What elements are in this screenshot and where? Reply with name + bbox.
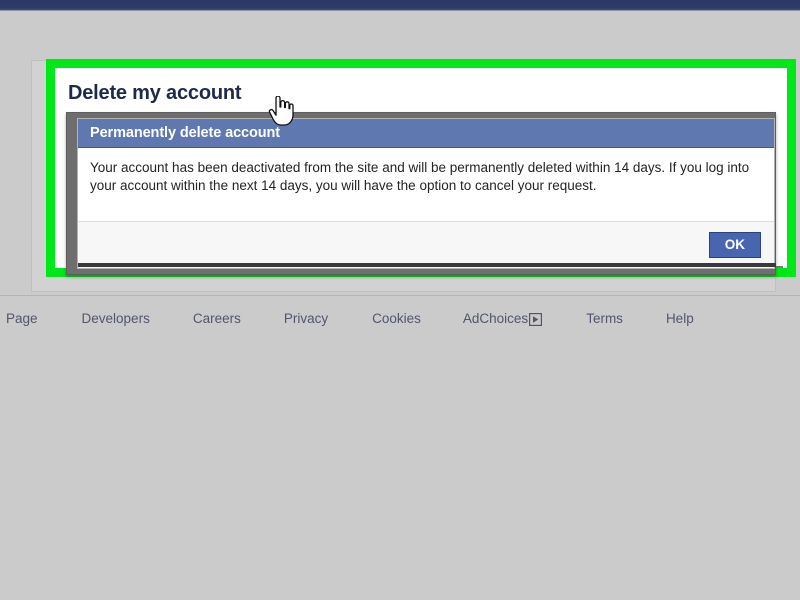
site-navigation-bar (0, 0, 800, 11)
adchoices-triangle-icon (529, 312, 543, 326)
footer-link-terms[interactable]: Terms (586, 311, 623, 326)
footer-link-developers[interactable]: Developers (82, 311, 150, 326)
footer-link-careers[interactable]: Careers (193, 311, 241, 326)
dialog-titlebar: Permanently delete account (78, 119, 774, 148)
permanently-delete-account-dialog: Permanently delete account Your account … (77, 118, 775, 269)
site-footer: Page Developers Careers Privacy Cookies … (0, 305, 800, 331)
footer-divider (0, 295, 800, 296)
dialog-footer: OK (78, 221, 774, 268)
footer-link-label: Cookies (372, 310, 421, 326)
footer-link-page[interactable]: Page (6, 311, 38, 326)
footer-link-privacy[interactable]: Privacy (284, 311, 328, 326)
dialog-body: Your account has been deactivated from t… (78, 148, 774, 221)
footer-link-help[interactable]: Help (666, 311, 694, 326)
page-title: Delete my account (68, 82, 242, 104)
footer-link-adchoices[interactable]: AdChoices (462, 310, 543, 326)
footer-link-label: Careers (192, 310, 241, 326)
footer-link-label: Terms (586, 310, 623, 326)
footer-link-label: Privacy (283, 310, 329, 326)
footer-link-label: Developers (81, 310, 150, 326)
footer-link-label: Page (6, 310, 38, 326)
page-body: Delete my account If to re t e Permanent… (0, 12, 800, 295)
dialog-bottom-shadow (78, 263, 776, 267)
footer-link-cookies[interactable]: Cookies (372, 311, 421, 326)
ok-button[interactable]: OK (708, 232, 761, 258)
dialog-message: Your account has been deactivated from t… (90, 160, 750, 193)
dialog-title: Permanently delete account (90, 125, 280, 141)
footer-link-label: AdChoices (462, 310, 529, 326)
footer-link-label: Help (665, 310, 694, 326)
